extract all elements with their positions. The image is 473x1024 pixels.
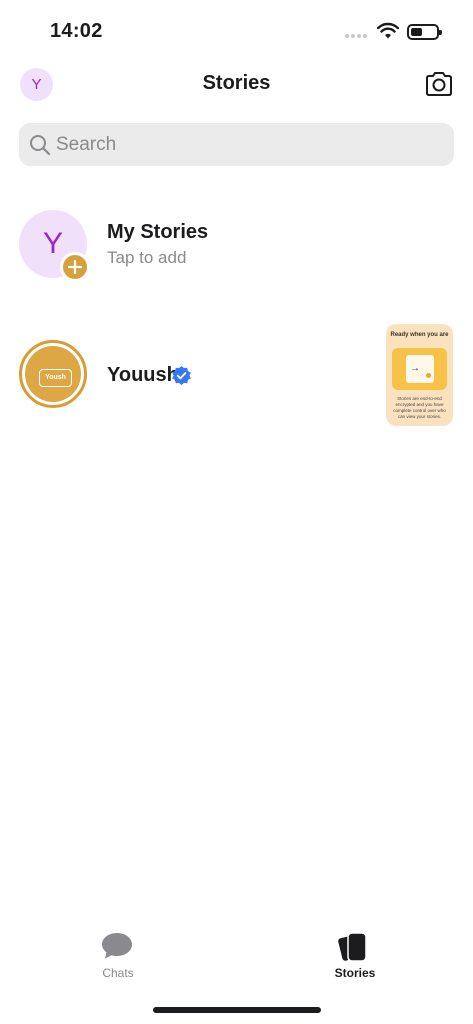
thumbnail-title: Ready when you are bbox=[390, 332, 449, 338]
home-indicator bbox=[153, 1007, 321, 1013]
page-title: Stories bbox=[202, 72, 271, 94]
search-bar[interactable] bbox=[19, 123, 454, 166]
story-author-name: Youush bbox=[107, 364, 179, 386]
thumbnail-illustration: → bbox=[392, 348, 447, 390]
status-time: 14:02 bbox=[50, 20, 103, 42]
add-story-button[interactable] bbox=[60, 252, 90, 282]
plus-icon bbox=[67, 259, 83, 275]
avatar-letter: Y bbox=[42, 227, 63, 260]
chat-bubble-icon bbox=[102, 933, 132, 959]
header: Y Stories bbox=[0, 60, 473, 110]
search-input[interactable] bbox=[56, 123, 436, 166]
thumbnail-body: Stories are end-to-end encrypted and you… bbox=[393, 396, 446, 419]
tab-chats-label: Chats bbox=[102, 966, 134, 980]
status-bar: 14:02 bbox=[0, 0, 473, 60]
wifi-icon bbox=[377, 22, 399, 39]
yoush-logo: Yoush bbox=[39, 369, 72, 387]
story-thumbnail[interactable]: Ready when you are → Stories are end-to-… bbox=[386, 324, 453, 426]
cellular-signal-icon bbox=[345, 34, 371, 40]
tab-stories[interactable]: Stories bbox=[305, 920, 405, 990]
my-stories-title: My Stories bbox=[107, 221, 209, 243]
tab-chats[interactable]: Chats bbox=[68, 920, 168, 990]
my-stories-row[interactable]: Y My Stories Tap to add bbox=[0, 210, 473, 282]
story-avatar: Yoush bbox=[19, 340, 87, 408]
tab-stories-label: Stories bbox=[334, 966, 376, 980]
story-row-yoush[interactable]: Yoush Youush Ready when you are → Storie… bbox=[0, 324, 473, 426]
my-stories-subtitle: Tap to add bbox=[107, 248, 187, 267]
verified-badge-icon bbox=[172, 365, 191, 386]
battery-icon bbox=[407, 24, 442, 40]
stories-icon bbox=[338, 932, 367, 962]
camera-icon[interactable] bbox=[424, 70, 454, 98]
search-icon bbox=[30, 135, 51, 156]
tab-bar: Chats Stories bbox=[0, 920, 473, 990]
